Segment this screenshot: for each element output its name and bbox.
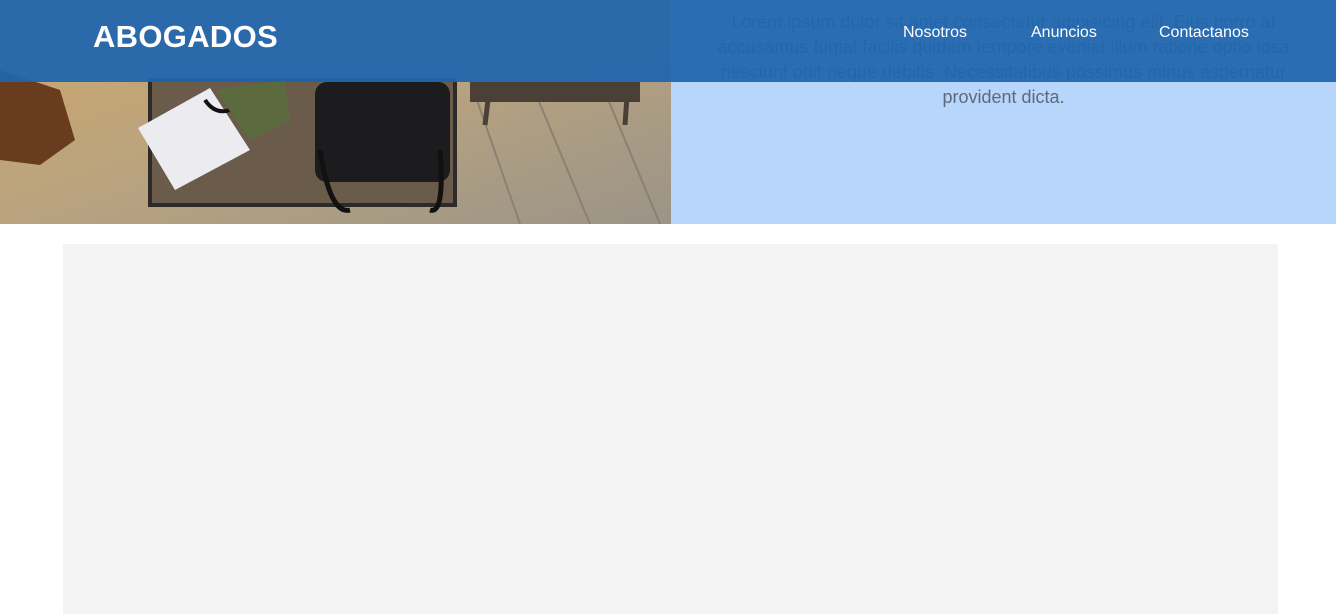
navbar: ABOGADOS Nosotros Anuncios Contactanos (0, 0, 1336, 82)
site-logo[interactable]: ABOGADOS (93, 19, 278, 55)
nav-link-anuncios[interactable]: Anuncios (1031, 24, 1097, 42)
page: Lorem ipsum dolor sit amet consectetur a… (0, 0, 1336, 614)
nav-link-nosotros[interactable]: Nosotros (903, 24, 967, 42)
content-box (63, 244, 1278, 614)
nav-link-contactanos[interactable]: Contactanos (1159, 24, 1249, 42)
